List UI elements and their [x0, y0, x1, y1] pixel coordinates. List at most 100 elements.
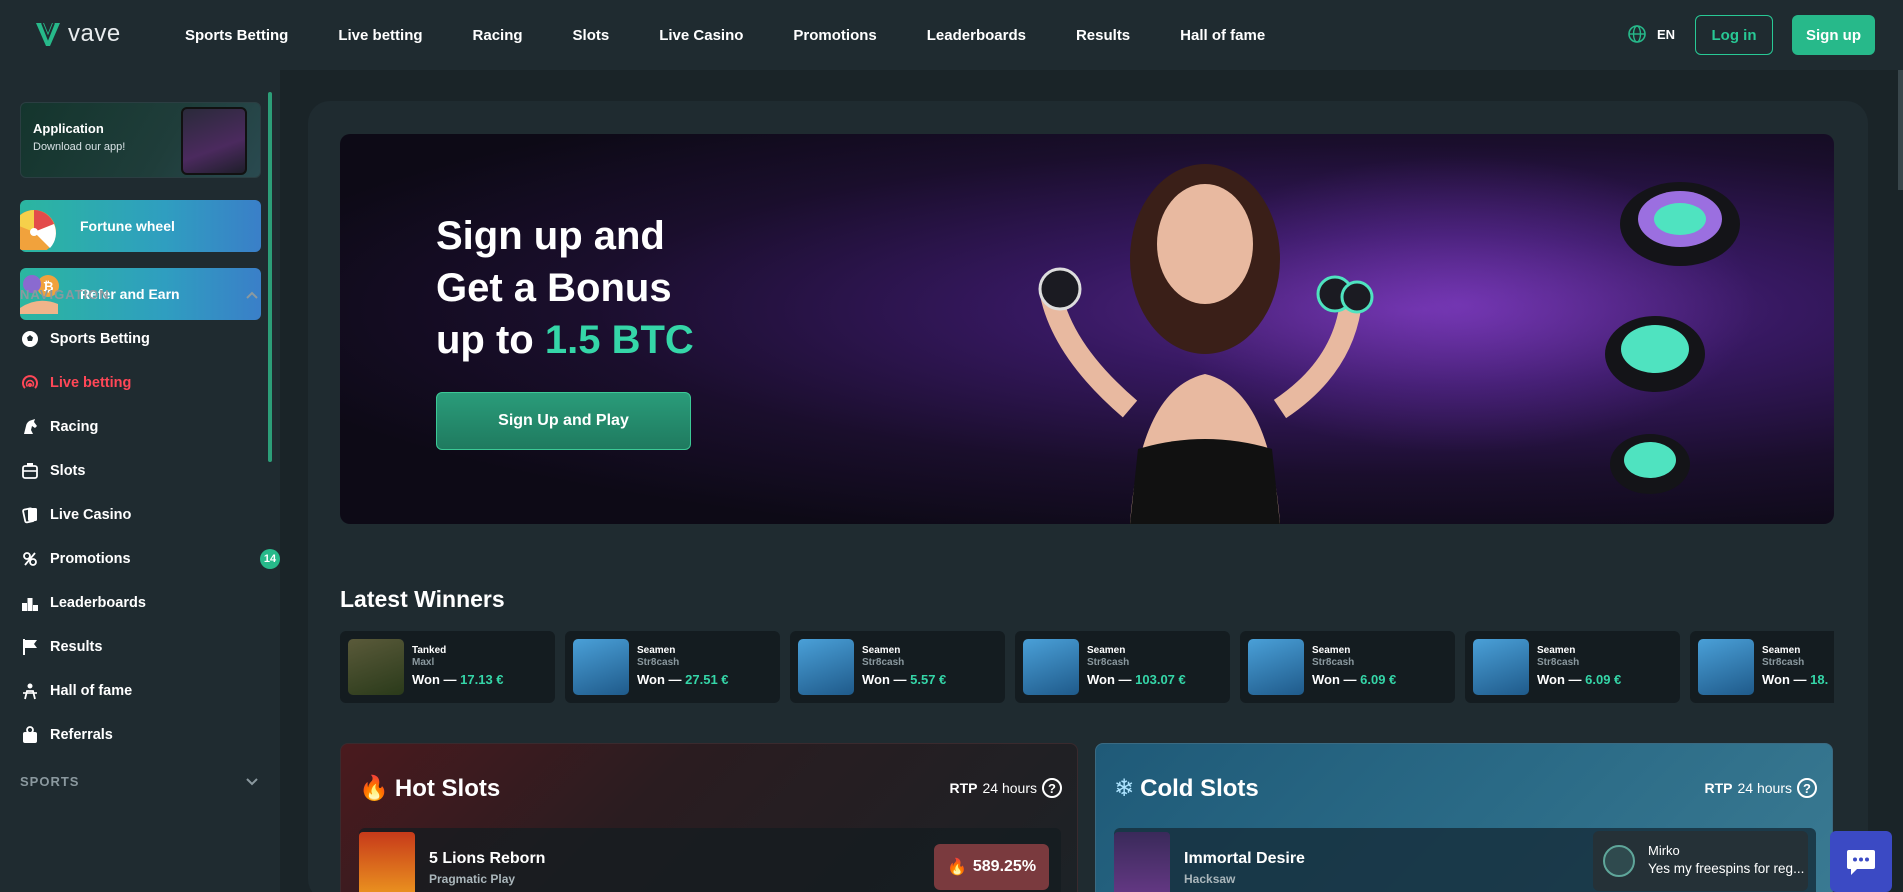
chevron-down-icon[interactable]: [245, 775, 259, 789]
winner-card[interactable]: Seamen Str8cash Won — 5.57 €: [790, 631, 1005, 703]
help-icon[interactable]: ?: [1797, 778, 1817, 798]
rtp-percentage-badge: 🔥 589.25%: [934, 844, 1049, 890]
sidebar-item-live-casino[interactable]: Live Casino: [20, 503, 265, 527]
sidebar-item-label: Promotions: [50, 551, 131, 567]
winner-provider: Str8cash: [1762, 657, 1805, 668]
winner-amount: Won — 17.13 €: [412, 672, 504, 687]
sidebar-item-label: Sports Betting: [50, 331, 150, 347]
hot-slots-panel: 🔥 Hot Slots RTP 24 hours ? 5 Lions Reborn…: [340, 743, 1078, 892]
winner-card[interactable]: Seamen Str8cash Won — 18.: [1690, 631, 1834, 703]
signup-and-play-button[interactable]: Sign Up and Play: [436, 392, 691, 450]
slot-name: Immortal Desire: [1184, 850, 1305, 867]
winner-amount: Won — 6.09 €: [1312, 672, 1397, 687]
seamen-game-thumbnail: [1023, 639, 1079, 695]
winner-card[interactable]: Seamen Str8cash Won — 27.51 €: [565, 631, 780, 703]
seamen-game-thumbnail: [1473, 639, 1529, 695]
sidebar-item-slots[interactable]: Slots: [20, 459, 265, 483]
flag-icon: [20, 637, 40, 657]
hot-slots-title: 🔥 Hot Slots: [359, 774, 501, 803]
promotions-count-badge: 14: [260, 549, 280, 569]
winner-card[interactable]: Tanked Maxl Won — 17.13 €: [340, 631, 555, 703]
winner-amount: Won — 6.09 €: [1537, 672, 1622, 687]
winner-card[interactable]: Seamen Str8cash Won — 103.07 €: [1015, 631, 1230, 703]
nav-hall-of-fame[interactable]: Hall of fame: [1155, 27, 1290, 44]
hot-slot-row[interactable]: 5 Lions Reborn Pragmatic Play 🔥 589.25%: [359, 828, 1061, 892]
sidebar-item-live-betting[interactable]: Live betting: [20, 371, 265, 395]
latest-winners-title: Latest Winners: [340, 586, 505, 612]
language-selector[interactable]: EN: [1627, 24, 1675, 44]
winner-card[interactable]: Seamen Str8cash Won — 6.09 €: [1240, 631, 1455, 703]
5-lions-reborn-thumbnail: [359, 832, 415, 892]
sidebar-item-promotions[interactable]: Promotions 14: [20, 547, 280, 571]
brand-name: vave: [68, 20, 121, 47]
winner-provider: Str8cash: [862, 657, 905, 668]
sidebar-item-sports-betting[interactable]: Sports Betting: [20, 327, 265, 351]
app-card-title: Application: [33, 121, 104, 136]
login-button[interactable]: Log in: [1695, 15, 1773, 55]
winner-game: Seamen: [862, 645, 901, 656]
nav-slots[interactable]: Slots: [548, 27, 635, 44]
phone-preview-image: [181, 107, 247, 175]
hero-headline: Sign up and Get a Bonus up to 1.5 BTC: [436, 210, 694, 366]
winner-provider: Maxl: [412, 657, 435, 668]
fire-icon: 🔥: [946, 859, 967, 876]
nav-results[interactable]: Results: [1051, 27, 1155, 44]
chat-preview-popup[interactable]: Mirko Yes my freespins for reg...: [1593, 831, 1808, 891]
hero-line-2: Get a Bonus: [436, 266, 672, 310]
tanked-game-thumbnail: [348, 639, 404, 695]
winner-game: Seamen: [637, 645, 676, 656]
winner-amount: Won — 103.07 €: [1087, 672, 1186, 687]
sidebar-item-label: Live betting: [50, 375, 132, 391]
sidebar-item-referrals[interactable]: Referrals: [20, 723, 265, 747]
sidebar-item-label: Live Casino: [50, 507, 132, 523]
referrals-icon: [20, 725, 40, 745]
sidebar-item-label: Leaderboards: [50, 595, 146, 611]
vave-logo-icon: [36, 22, 60, 46]
sidebar-scrollbar[interactable]: [268, 92, 272, 462]
signup-bonus-banner[interactable]: Sign up and Get a Bonus up to 1.5 BTC Si…: [340, 134, 1834, 524]
app-download-card[interactable]: Application Download our app!: [20, 102, 261, 178]
chat-message: Yes my freespins for reg...: [1648, 861, 1805, 876]
nav-live-betting[interactable]: Live betting: [313, 27, 447, 44]
nav-racing[interactable]: Racing: [448, 27, 548, 44]
hero-model-image: [1038, 164, 1374, 524]
latest-winners-list: Tanked Maxl Won — 17.13 € Seamen Str8cas…: [340, 631, 1834, 703]
vave-logo[interactable]: vave: [34, 20, 121, 48]
slot-machine-icon: [20, 461, 40, 481]
fire-icon: 🔥: [359, 775, 389, 802]
snowflake-icon: ❄: [1114, 775, 1135, 802]
sidebar-item-racing[interactable]: Racing: [20, 415, 265, 439]
sidebar-item-results[interactable]: Results: [20, 635, 265, 659]
promotions-icon: [20, 549, 40, 569]
seamen-game-thumbnail: [798, 639, 854, 695]
fortune-wheel-banner[interactable]: Fortune wheel: [20, 200, 261, 252]
help-icon[interactable]: ?: [1042, 778, 1062, 798]
nav-promotions[interactable]: Promotions: [768, 27, 901, 44]
slot-provider: Pragmatic Play: [429, 872, 516, 886]
sports-heading: SPORTS: [20, 774, 80, 789]
winner-game: Seamen: [1762, 645, 1801, 656]
chevron-up-icon[interactable]: [245, 288, 259, 302]
nav-live-casino[interactable]: Live Casino: [634, 27, 768, 44]
main-nav: Sports Betting Live betting Racing Slots…: [160, 0, 1290, 70]
globe-icon: [1628, 25, 1646, 43]
live-signal-icon: [20, 373, 40, 393]
nav-sports-betting[interactable]: Sports Betting: [160, 27, 313, 44]
page-scrollbar[interactable]: [1898, 70, 1903, 190]
sidebar-item-label: Results: [50, 639, 103, 655]
nav-leaderboards[interactable]: Leaderboards: [902, 27, 1051, 44]
sidebar-item-hall-of-fame[interactable]: Hall of fame: [20, 679, 265, 703]
winner-card[interactable]: Seamen Str8cash Won — 6.09 €: [1465, 631, 1680, 703]
sidebar-item-label: Racing: [50, 419, 99, 435]
hero-line-1: Sign up and: [436, 214, 665, 258]
seamen-game-thumbnail: [573, 639, 629, 695]
bonus-amount: 1.5 BTC: [544, 318, 694, 362]
sidebar-item-leaderboards[interactable]: Leaderboards: [20, 591, 265, 615]
fortune-wheel-label: Fortune wheel: [80, 218, 175, 234]
language-code: EN: [1657, 26, 1676, 42]
immortal-desire-thumbnail: [1114, 832, 1170, 892]
soccer-ball-icon: [20, 329, 40, 349]
chat-open-button[interactable]: [1830, 831, 1892, 892]
sidebar-item-label: Slots: [50, 463, 86, 479]
signup-button[interactable]: Sign up: [1792, 15, 1875, 55]
